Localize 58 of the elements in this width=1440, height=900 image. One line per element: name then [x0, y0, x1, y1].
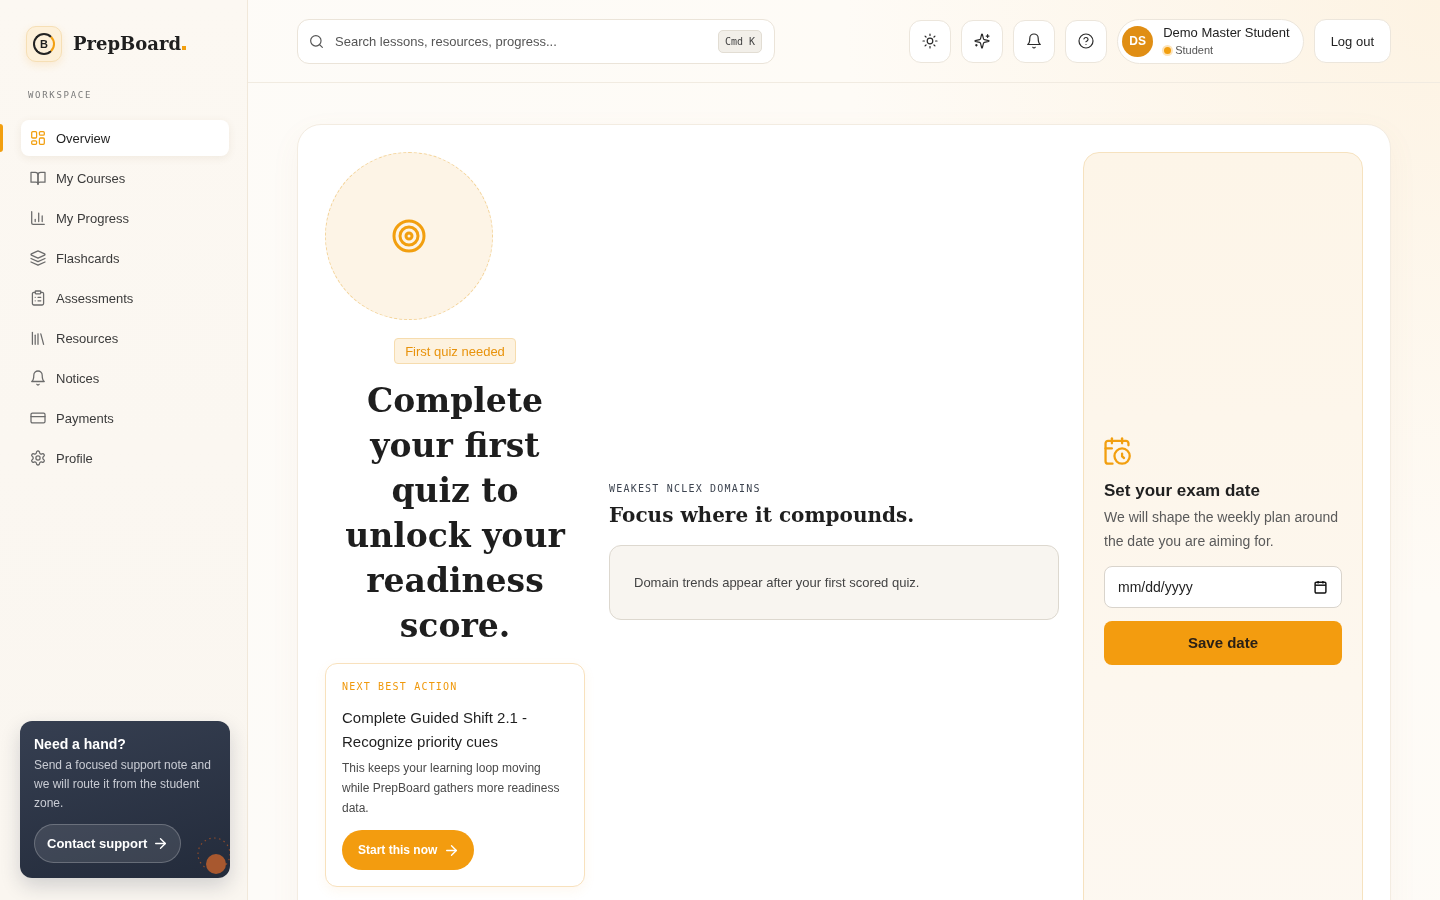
- user-role: Student: [1175, 44, 1214, 57]
- theme-toggle-button[interactable]: [909, 19, 952, 63]
- help-title: Need a hand?: [34, 735, 127, 753]
- calendar-clock-icon: [1104, 436, 1130, 465]
- calendar-icon: [1315, 580, 1326, 593]
- panel-title: Set your exam date: [1104, 479, 1261, 502]
- nav-item[interactable]: Payments: [21, 400, 229, 436]
- help-button[interactable]: [1065, 19, 1108, 63]
- dotted-circle-icon: [194, 836, 230, 876]
- sparkles-icon: [975, 34, 990, 48]
- avatar-initials: DS: [1122, 25, 1154, 57]
- action-description: This keeps your learning loop moving while PrepBoard gathers more readiness data.: [342, 760, 561, 817]
- credit-card-icon: [31, 411, 45, 425]
- user-name: Demo Master Student: [1163, 25, 1290, 40]
- action-title: Complete Guided Shift 2.1 - Recognize priority cues: [342, 708, 529, 752]
- nav-item[interactable]: Notices: [21, 360, 229, 396]
- bell-icon: [31, 371, 45, 385]
- clipboard-icon: [31, 291, 45, 305]
- search-icon: [310, 34, 323, 48]
- card-label: NEXT BEST ACTION: [342, 680, 459, 694]
- bell-icon: [1027, 34, 1042, 48]
- help-icon: [1079, 34, 1094, 48]
- status-dot-icon: [1164, 47, 1172, 54]
- settings-icon: [31, 451, 45, 465]
- section-heading: Focus where it compounds.: [609, 501, 916, 529]
- section-label: WEAKEST NCLEX DOMAINS: [609, 481, 762, 496]
- arrow-right-icon: [446, 844, 458, 856]
- nav-item[interactable]: My Courses: [21, 160, 229, 196]
- nav-item[interactable]: Profile: [21, 440, 229, 476]
- date-field[interactable]: mm/dd/yyyy: [1104, 565, 1342, 608]
- arrow-right-icon: [155, 838, 167, 849]
- dashboard-icon: [31, 131, 45, 145]
- brand-name: PrepBoard: [73, 32, 181, 56]
- user-menu[interactable]: DS Demo Master Student Student: [1117, 18, 1304, 64]
- section-label: WORKSPACE: [28, 90, 94, 101]
- save-date-button[interactable]: Save date: [1104, 620, 1342, 665]
- nav-item[interactable]: My Progress: [21, 200, 229, 236]
- readiness-heading: Complete your first quiz to unlock your readiness score.: [344, 380, 567, 647]
- contact-support-button[interactable]: Contact support: [34, 824, 182, 863]
- sparkles-button[interactable]: [961, 19, 1004, 63]
- logout-button[interactable]: Log out: [1313, 19, 1391, 63]
- active-marker-icon: [0, 124, 3, 152]
- target-icon: [394, 221, 424, 251]
- nav-item[interactable]: Resources: [21, 320, 229, 356]
- nav-item[interactable]: Overview: [21, 120, 229, 156]
- sun-icon: [923, 34, 938, 48]
- library-icon: [31, 331, 45, 345]
- book-icon: [31, 171, 45, 185]
- empty-state-text: Domain trends appear after your first scored quiz.: [634, 573, 921, 592]
- layers-icon: [31, 251, 45, 265]
- nav-item[interactable]: Assessments: [21, 280, 229, 316]
- logo-mark: B: [33, 33, 55, 55]
- help-text: Send a focused support note and we will route it from the student zone.: [34, 757, 212, 812]
- notifications-button[interactable]: [1013, 19, 1056, 63]
- panel-description: We will shape the weekly plan around the date you are aiming for.: [1104, 507, 1339, 551]
- status-badge: First quiz needed: [394, 338, 516, 364]
- nav-item[interactable]: Flashcards: [21, 240, 229, 276]
- bar-chart-icon: [31, 211, 45, 225]
